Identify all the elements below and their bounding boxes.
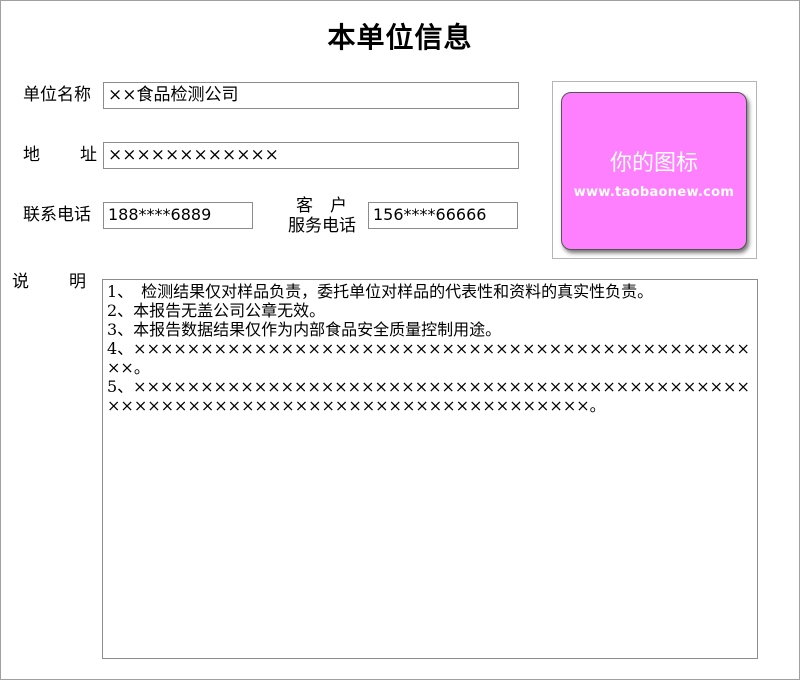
service-phone-field[interactable]: 156****66666	[368, 202, 518, 229]
service-label-line2: 服务电话	[288, 216, 356, 236]
company-name-field[interactable]: ××食品检测公司	[103, 82, 519, 109]
logo-text: 你的图标	[609, 151, 698, 176]
page-title: 本单位信息	[327, 21, 473, 54]
notes-textarea[interactable]: 1、 检测结果仅对样品负责，委托单位对样品的代表性和资料的真实性负责。 2、本报…	[102, 279, 758, 659]
logo-url: www.taobaonew.com	[573, 185, 735, 200]
address-label-char1: 地	[23, 145, 40, 165]
notes-line-4: 4、××××××××××××××××××××××××××××××××××××××…	[107, 339, 750, 377]
phone-field[interactable]: 188****6889	[103, 202, 253, 229]
notes-label-char2: 明	[69, 272, 86, 292]
notes-line-3: 3、本报告数据结果仅作为内部食品安全质量控制用途。	[107, 320, 502, 339]
phone-label: 联系电话	[23, 205, 91, 225]
address-field[interactable]: ××××××××××××	[103, 142, 519, 169]
notes-line-5: 5、××××××××××××××××××××××××××××××××××××××…	[107, 377, 750, 415]
service-label-line1: 客 户	[296, 196, 347, 216]
notes-line-1: 1、 检测结果仅对样品负责，委托单位对样品的代表性和资料的真实性负责。	[107, 282, 654, 301]
company-name-label: 单位名称	[23, 85, 91, 105]
notes-label-char1: 说	[12, 272, 29, 292]
notes-line-2: 2、本报告无盖公司公章无效。	[107, 301, 326, 320]
logo-button[interactable]: 你的图标 www.taobaonew.com	[561, 92, 747, 250]
logo-frame: 你的图标 www.taobaonew.com	[552, 81, 757, 259]
address-label-char2: 址	[80, 145, 97, 165]
